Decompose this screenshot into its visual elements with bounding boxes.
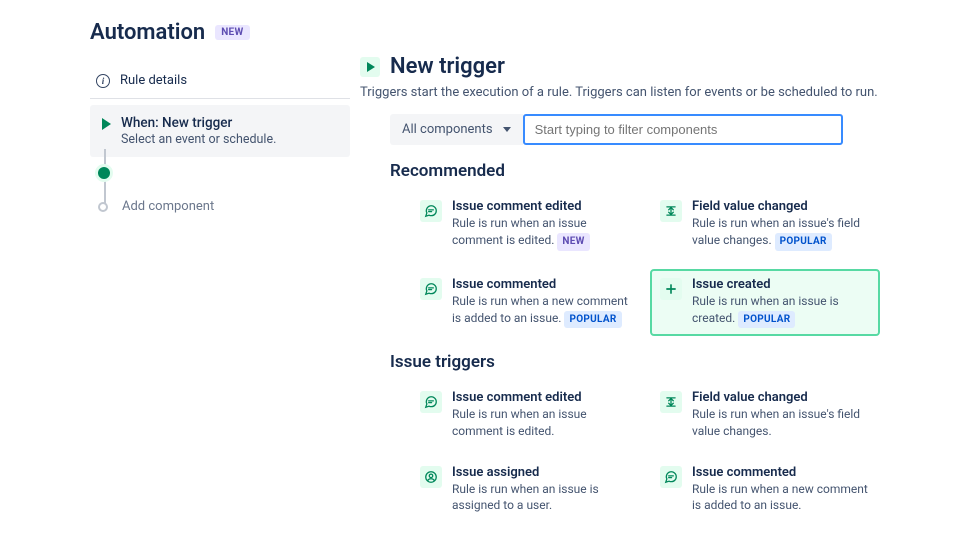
card-title: Issue commented xyxy=(452,277,630,292)
popular-badge: POPULAR xyxy=(564,311,621,329)
dropdown-label: All components xyxy=(402,122,493,137)
trigger-card[interactable]: Issue commentedRule is run when a new co… xyxy=(410,269,640,337)
rule-details-label: Rule details xyxy=(120,73,187,88)
comment-icon xyxy=(420,200,442,222)
card-title: Issue commented xyxy=(692,465,870,480)
popular-badge: POPULAR xyxy=(775,233,832,251)
main-description: Triggers start the execution of a rule. … xyxy=(360,85,920,100)
field-icon xyxy=(660,391,682,413)
recommended-cards: Issue comment editedRule is run when an … xyxy=(410,191,880,336)
step-subtitle: Select an event or schedule. xyxy=(121,132,276,147)
card-description: Rule is run when an issue's field value … xyxy=(692,215,870,251)
card-title: Field value changed xyxy=(692,390,870,405)
trigger-card[interactable]: Issue comment editedRule is run when an … xyxy=(410,382,640,446)
page-title: Automation xyxy=(90,20,205,45)
trigger-card[interactable]: Field value changedRule is run when an i… xyxy=(650,382,880,446)
card-description: Rule is run when an issue is assigned to… xyxy=(452,481,630,513)
timeline-dot-current xyxy=(98,167,110,179)
trigger-card[interactable]: Issue comment editedRule is run when an … xyxy=(410,191,640,259)
card-title: Issue comment edited xyxy=(452,390,630,405)
component-search-input[interactable] xyxy=(523,114,843,145)
step-title: When: New trigger xyxy=(121,115,276,131)
card-description: Rule is run when an issue comment is edi… xyxy=(452,215,630,251)
card-description: Rule is run when an issue's field value … xyxy=(692,406,870,438)
add-component-label: Add component xyxy=(122,199,214,214)
new-badge: NEW xyxy=(557,233,589,251)
issue-trigger-cards: Issue comment editedRule is run when an … xyxy=(410,382,880,521)
comment-icon xyxy=(660,466,682,488)
timeline-dot-empty xyxy=(98,202,108,212)
trigger-card[interactable]: Field value changedRule is run when an i… xyxy=(650,191,880,259)
card-description: Rule is run when a new comment is added … xyxy=(452,293,630,329)
play-icon xyxy=(102,118,111,130)
field-icon xyxy=(660,200,682,222)
trigger-card[interactable]: Issue createdRule is run when an issue i… xyxy=(650,269,880,337)
play-icon xyxy=(360,57,380,77)
card-title: Issue comment edited xyxy=(452,199,630,214)
card-description: Rule is run when a new comment is added … xyxy=(692,481,870,513)
card-title: Issue created xyxy=(692,277,870,292)
card-title: Issue assigned xyxy=(452,465,630,480)
section-heading-issue-triggers: Issue triggers xyxy=(390,352,920,372)
component-filter-dropdown[interactable]: All components xyxy=(390,114,523,145)
info-icon: i xyxy=(96,74,110,88)
card-description: Rule is run when an issue is created. PO… xyxy=(692,293,870,329)
comment-icon xyxy=(420,391,442,413)
trigger-card[interactable]: Issue assignedRule is run when an issue … xyxy=(410,457,640,521)
add-component-button[interactable]: Add component xyxy=(98,189,350,224)
new-badge: NEW xyxy=(215,25,249,40)
popular-badge: POPULAR xyxy=(738,311,795,329)
section-heading-recommended: Recommended xyxy=(390,161,920,181)
step-new-trigger[interactable]: When: New trigger Select an event or sch… xyxy=(90,105,350,157)
user-icon xyxy=(420,466,442,488)
card-title: Field value changed xyxy=(692,199,870,214)
plus-icon xyxy=(660,278,682,300)
main-title: New trigger xyxy=(390,54,505,79)
chevron-down-icon xyxy=(503,127,511,132)
card-description: Rule is run when an issue comment is edi… xyxy=(452,406,630,438)
trigger-card[interactable]: Issue commentedRule is run when a new co… xyxy=(650,457,880,521)
rule-details-link[interactable]: i Rule details xyxy=(90,63,350,99)
comment-icon xyxy=(420,278,442,300)
